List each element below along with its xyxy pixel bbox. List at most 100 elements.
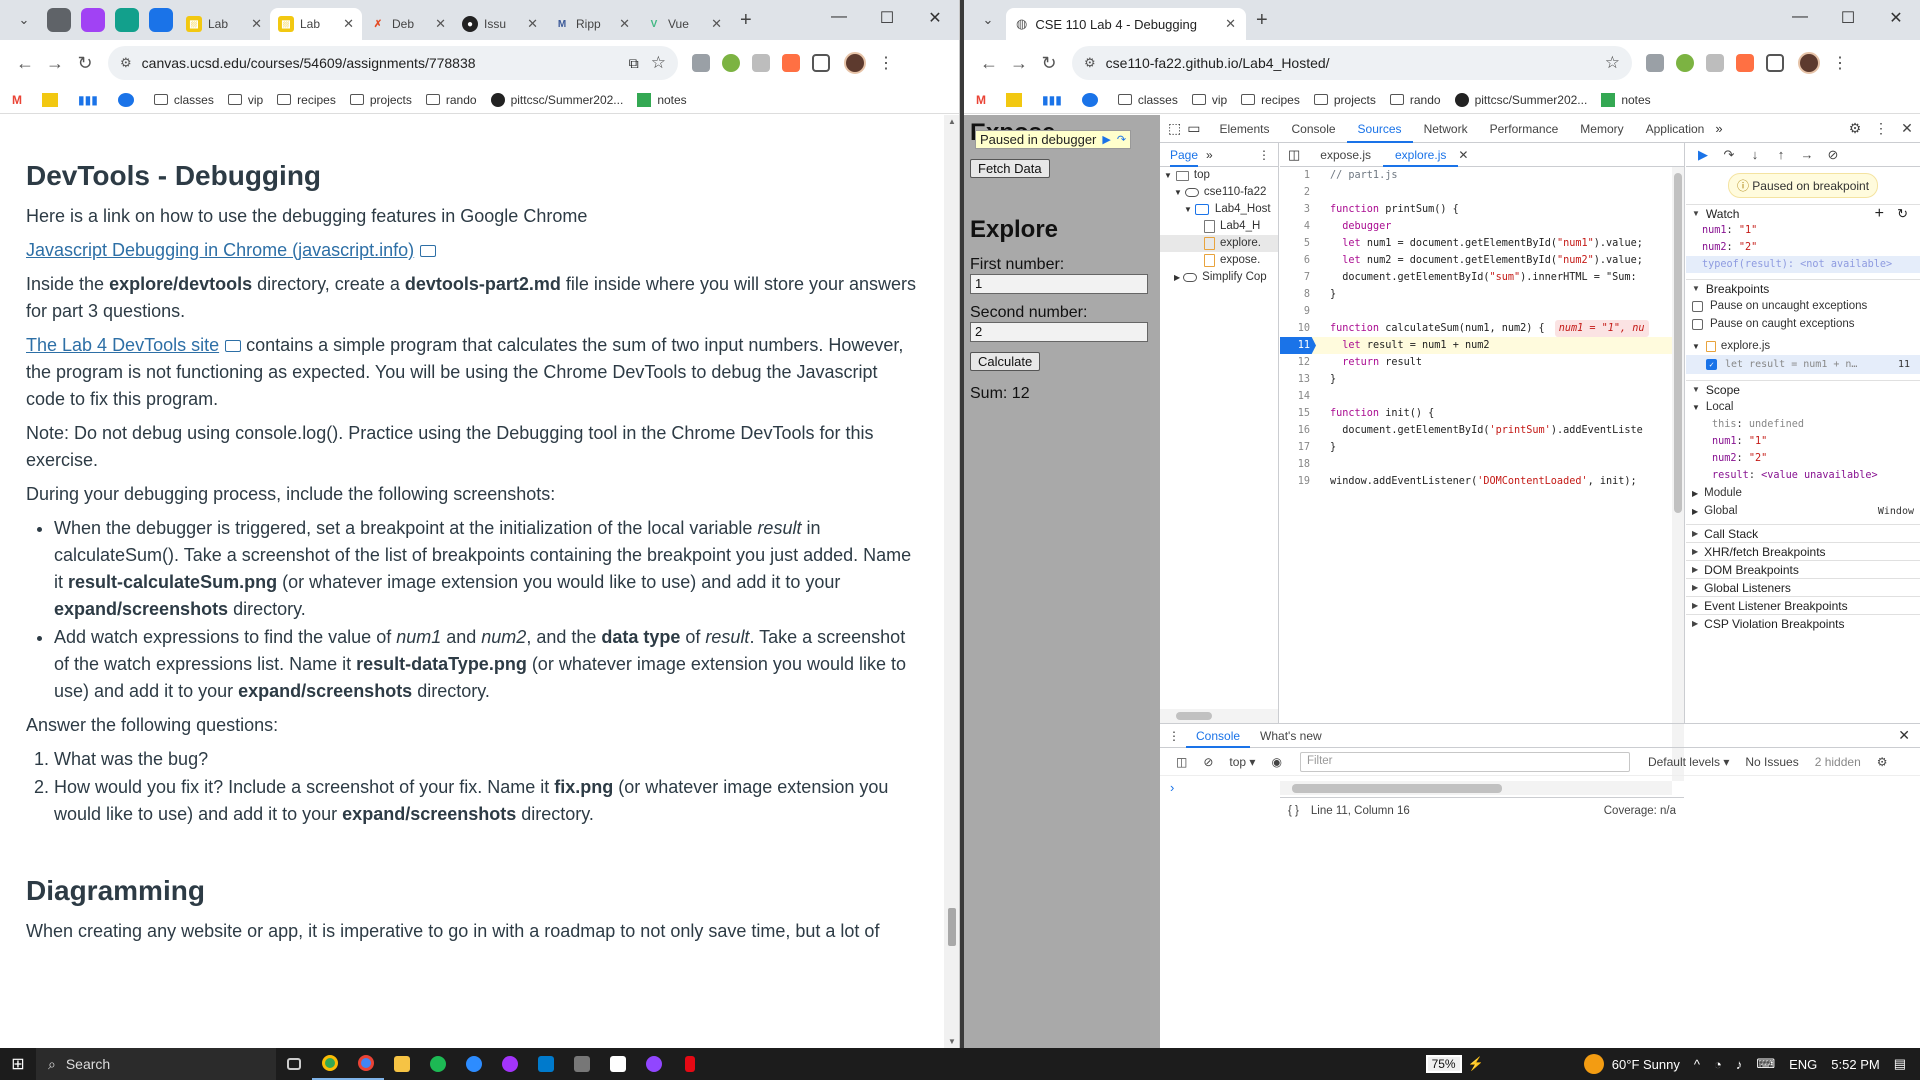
code-line[interactable]: 15 function init() { [1280,405,1672,422]
global-scope-header[interactable]: ▶ Global Window [1686,502,1920,520]
code-line[interactable]: 1 // part1.js [1280,167,1672,184]
issues-count[interactable]: No Issues [1745,755,1798,769]
line-number[interactable]: 12 [1280,354,1316,371]
volume-icon[interactable]: ♪ [1736,1057,1743,1072]
obs-icon[interactable] [636,1048,672,1080]
editor-tab-active[interactable]: explore.js [1383,143,1459,167]
line-number[interactable]: 8 [1280,286,1316,303]
gmail-bookmark[interactable]: M [12,93,28,107]
line-number[interactable]: 17 [1280,439,1316,456]
clear-console-icon[interactable]: ⊘ [1203,755,1213,769]
tree-item-file[interactable]: Lab4_H [1160,218,1278,235]
tray-chevron-icon[interactable]: ^ [1694,1057,1700,1072]
bookmark-notes[interactable]: notes [1601,92,1651,107]
editor-vscroll[interactable] [1672,167,1684,781]
local-scope-header[interactable]: ▼ Local [1686,398,1920,416]
minimize-icon[interactable]: — [1776,8,1824,28]
scope-section-header[interactable]: ▼ Scope [1686,380,1920,398]
bookmark-folder-recipes[interactable]: recipes [1241,93,1300,107]
line-number[interactable]: 2 [1280,184,1316,201]
analytics-bookmark[interactable]: ▮▮▮ [78,93,104,107]
context-selector[interactable]: top ▾ [1229,755,1255,769]
browser-tab[interactable]: V Vue ✕ [638,8,730,40]
netflix-icon[interactable] [672,1048,708,1080]
calculate-button[interactable]: Calculate [970,352,1041,371]
code-line-paused[interactable]: 11 let result = num1 + num2 [1280,337,1672,354]
canvas-bookmark[interactable] [1006,92,1028,107]
line-number[interactable]: 4 [1280,218,1316,235]
line-number[interactable]: 9 [1280,303,1316,320]
resume-icon[interactable]: ▶ [1102,133,1110,146]
line-number[interactable]: 19 [1280,473,1316,490]
profile-avatar[interactable] [844,52,866,74]
bookmark-folder-rando[interactable]: rando [1389,93,1441,107]
code-line[interactable]: 8} [1280,286,1672,303]
battery-indicator[interactable]: 75% ⚡ [1425,1055,1484,1073]
line-number[interactable]: 14 [1280,388,1316,405]
close-editor-tab-icon[interactable]: ✕ [1458,148,1468,162]
line-number[interactable]: 6 [1280,252,1316,269]
step-icon[interactable]: → [1794,147,1820,162]
watch-item[interactable]: num1: "1" [1686,222,1920,239]
code-line[interactable]: 12 return result [1280,354,1672,371]
analytics-bookmark[interactable]: ▮▮▮ [1042,93,1068,107]
close-devtools-icon[interactable]: ✕ [1894,120,1920,137]
close-tab-icon[interactable]: ✕ [343,16,354,32]
code-line[interactable]: 3 function printSum() { [1280,201,1672,218]
code-line[interactable]: 13} [1280,371,1672,388]
close-tab-icon[interactable]: ✕ [619,16,630,32]
bookmark-folder-recipes[interactable]: recipes [277,93,336,107]
bookmark-folder-classes[interactable]: classes [1117,93,1178,107]
bookmark-icon[interactable] [117,92,140,107]
address-bar[interactable]: ⚙ canvas.ucsd.edu/courses/54609/assignme… [108,46,678,80]
extension-icon[interactable] [1706,54,1724,72]
step-out-icon[interactable]: ↑ [1768,147,1794,162]
tab-group-icon[interactable] [47,8,71,32]
canvas-bookmark[interactable] [42,92,64,107]
line-number[interactable]: 10 [1280,320,1316,337]
maximize-icon[interactable]: ☐ [1824,8,1872,28]
extensions-puzzle-icon[interactable] [1766,54,1784,72]
log-levels-dropdown[interactable]: Default levels ▾ [1648,755,1729,769]
chrome-app-icon[interactable] [348,1048,384,1080]
resume-icon[interactable]: ▶ [1690,147,1716,163]
line-number[interactable]: 13 [1280,371,1316,388]
refresh-watch-icon[interactable]: ↻ [1897,205,1908,223]
pause-uncaught-checkbox[interactable]: Pause on uncaught exceptions [1686,297,1920,315]
more-tabs-icon[interactable]: » [1715,121,1722,136]
scroll-up-icon[interactable]: ▲ [944,117,959,126]
tab-group-icon[interactable] [115,8,139,32]
code-line[interactable]: 17} [1280,439,1672,456]
tab-search-button[interactable]: ⌄ [10,6,38,34]
bookmark-folder-projects[interactable]: projects [349,93,412,107]
code-line[interactable]: 14 [1280,388,1672,405]
code-line[interactable]: 9 [1280,303,1672,320]
event-listener-breakpoints-section[interactable]: ▶ Event Listener Breakpoints [1686,596,1920,614]
extension-icon[interactable] [752,54,770,72]
tab-memory[interactable]: Memory [1569,115,1634,143]
code-line[interactable]: 16 document.getElementById('printSum').a… [1280,422,1672,439]
tab-group-icon[interactable] [149,8,173,32]
settings-gear-icon[interactable]: ⚙ [1842,120,1868,137]
tab-group-icon[interactable] [81,8,105,32]
watch-item[interactable]: num2: "2" [1686,239,1920,256]
site-info-icon[interactable]: ⚙ [1084,55,1096,71]
browser-menu-icon[interactable]: ⋮ [874,53,898,73]
extensions-puzzle-icon[interactable] [812,54,830,72]
devtools-menu-icon[interactable]: ⋮ [1868,120,1894,137]
bookmark-pittcsc[interactable]: pittcsc/Summer202... [490,92,623,107]
js-debugging-link[interactable]: Javascript Debugging in Chrome (javascri… [26,240,414,260]
bookmark-notes[interactable]: notes [637,92,687,107]
reload-icon[interactable]: ↻ [70,53,100,74]
forward-icon[interactable]: → [1004,53,1034,74]
tab-network[interactable]: Network [1413,115,1479,143]
browser-tab[interactable]: ▨ Lab ✕ [178,8,270,40]
tab-sources[interactable]: Sources [1346,115,1413,143]
browser-tab-active[interactable]: ▨ Lab ✕ [270,8,362,40]
new-tab-button[interactable]: + [1256,9,1268,32]
browser-menu-icon[interactable]: ⋮ [1828,53,1852,73]
fetch-data-button[interactable]: Fetch Data [970,159,1050,178]
tab-search-button[interactable]: ⌄ [974,6,1002,34]
drawer-tab-whats-new[interactable]: What's new [1250,724,1332,748]
close-tab-icon[interactable]: ✕ [251,16,262,32]
